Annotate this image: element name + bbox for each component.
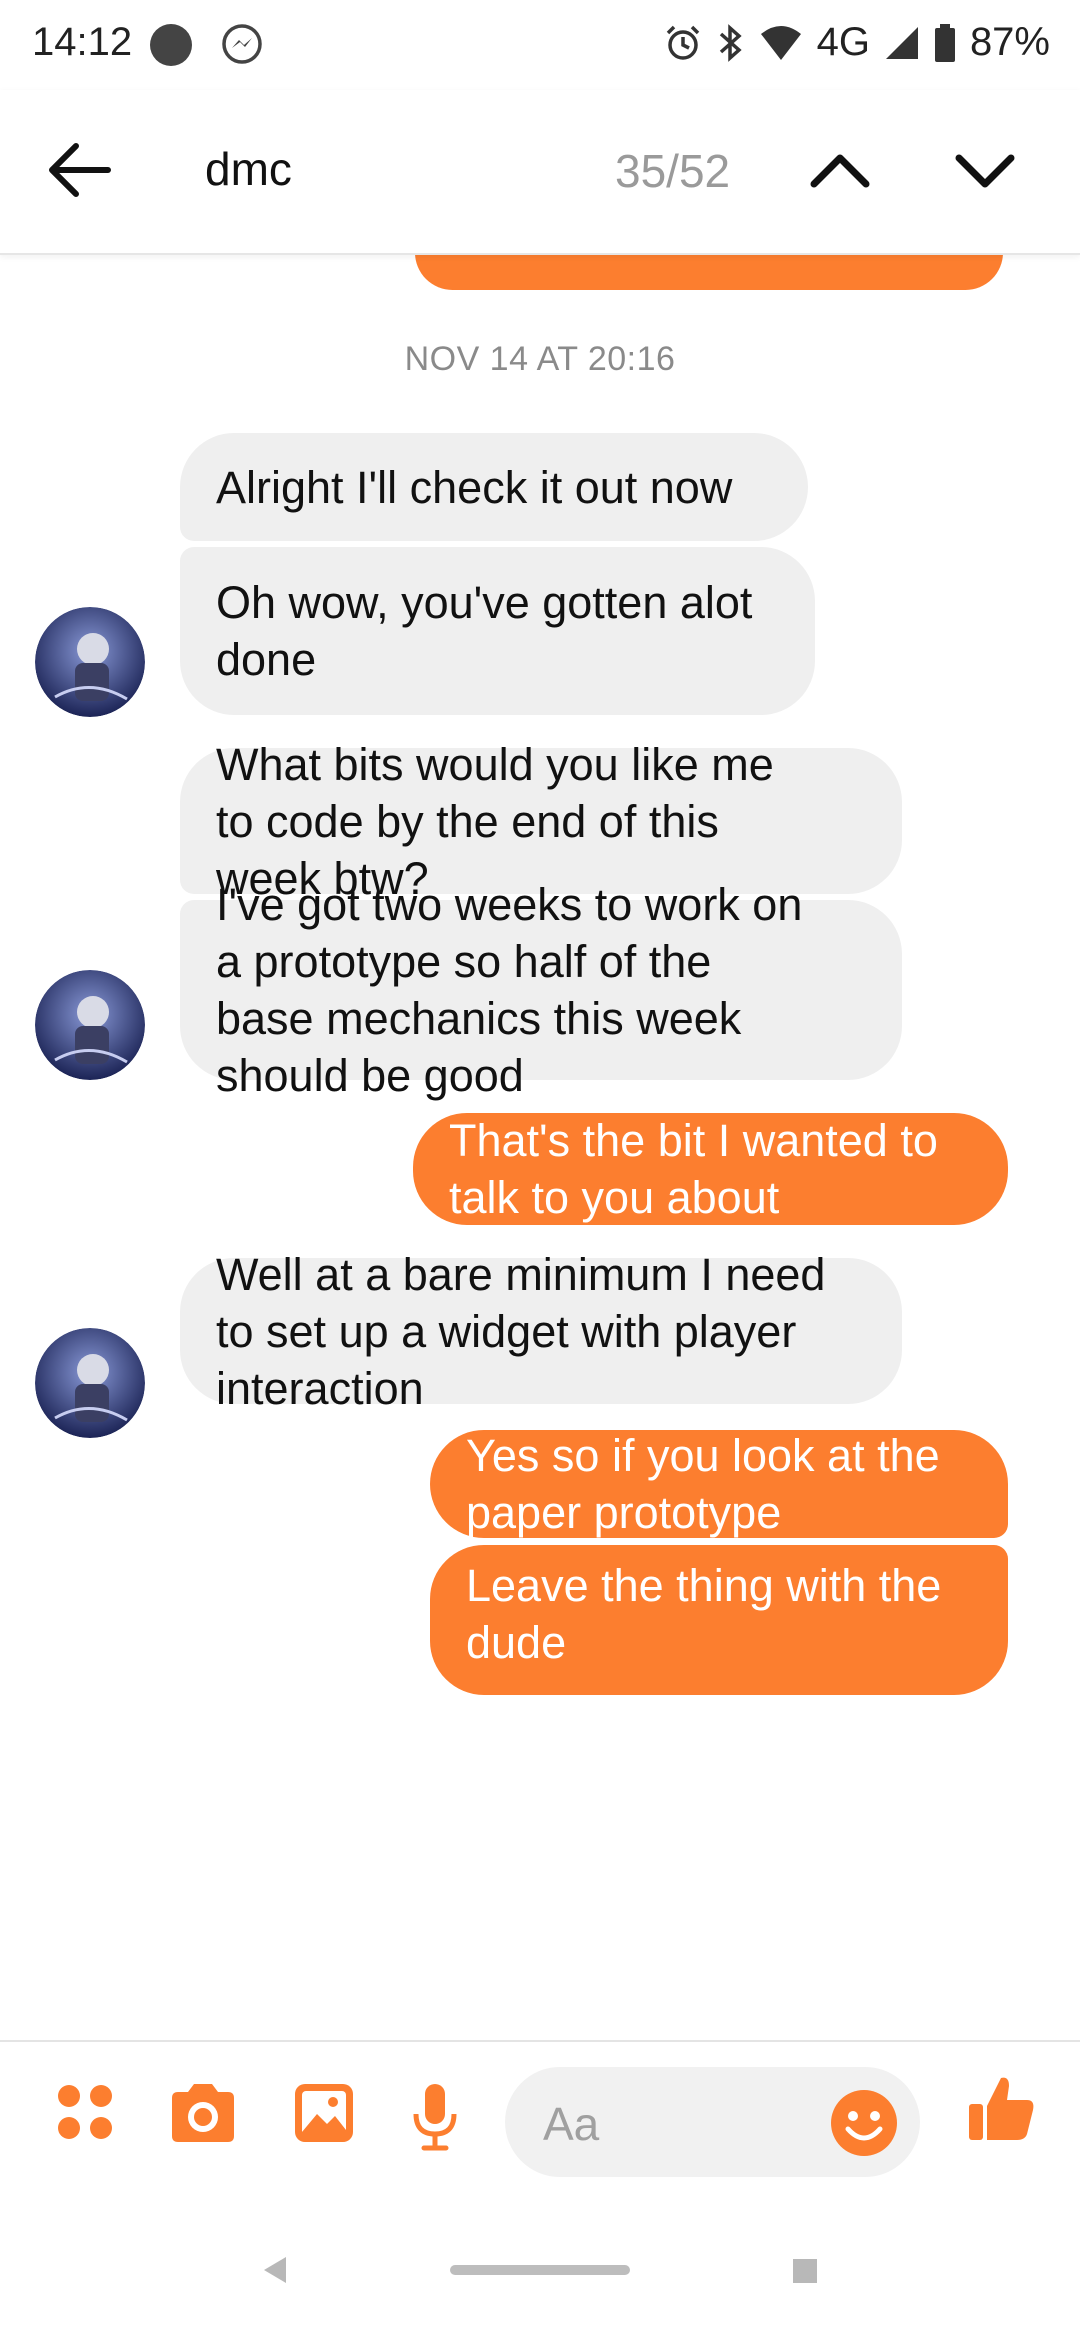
message-line: interaction bbox=[216, 1362, 424, 1414]
message-input[interactable]: Aa bbox=[505, 2067, 920, 2177]
thread-timestamp: NOV 14 AT 20:16 bbox=[404, 340, 676, 378]
microphone-icon[interactable] bbox=[410, 2082, 460, 2152]
back-arrow-icon[interactable] bbox=[40, 130, 120, 210]
battery-icon bbox=[934, 23, 955, 62]
avatar-image bbox=[35, 1328, 145, 1438]
status-bar: 14:12 4G 87% bbox=[0, 0, 1080, 90]
contact-avatar[interactable] bbox=[35, 607, 145, 717]
avatar-image bbox=[35, 970, 145, 1080]
message-bubble-outgoing[interactable]: Leave the thing with the dude bbox=[430, 1545, 1008, 1695]
message-thread[interactable]: NOV 14 AT 20:16 Alright I'll check it ou… bbox=[0, 255, 1080, 2040]
message-composer: Aa bbox=[0, 2040, 1080, 2195]
system-nav-bar bbox=[0, 2195, 1080, 2340]
chevron-up-icon[interactable] bbox=[800, 136, 880, 206]
message-line: should be good bbox=[216, 1050, 524, 1101]
message-bubble-incoming[interactable]: I've got two weeks to work on a prototyp… bbox=[180, 879, 902, 1101]
apps-icon[interactable] bbox=[55, 2082, 115, 2142]
bluetooth-icon bbox=[719, 23, 742, 62]
message-input-placeholder: Aa bbox=[543, 2098, 600, 2150]
message-bubble-outgoing[interactable] bbox=[415, 255, 1003, 290]
message-bubble-incoming[interactable]: Alright I'll check it out now bbox=[180, 433, 808, 541]
status-indicators: 4G 87% bbox=[663, 20, 1050, 65]
battery-percent: 87% bbox=[969, 20, 1050, 64]
message-line: Yes so if you look at the bbox=[466, 1430, 940, 1481]
emoji-icon[interactable] bbox=[830, 2089, 898, 2157]
match-counter: 35/52 bbox=[615, 145, 731, 197]
message-bubble-incoming[interactable]: What bits would you like me to code by t… bbox=[180, 739, 902, 904]
contact-avatar[interactable] bbox=[35, 970, 145, 1080]
message-line: I've got two weeks to work on bbox=[216, 879, 803, 930]
messenger-icon bbox=[222, 24, 262, 64]
message-line: What bits would you like me bbox=[216, 738, 774, 790]
status-time: 14:12 bbox=[32, 20, 133, 64]
gallery-icon[interactable] bbox=[293, 2082, 355, 2144]
message-bubble-incoming[interactable]: Well at a bare minimum I need to set up … bbox=[180, 1249, 902, 1414]
nav-home-pill[interactable] bbox=[450, 2265, 630, 2275]
message-line: dude bbox=[466, 1617, 567, 1668]
search-query[interactable]: dmc bbox=[205, 142, 292, 196]
signal-icon bbox=[885, 26, 918, 59]
network-type: 4G bbox=[816, 20, 870, 64]
nav-back-icon[interactable] bbox=[262, 2255, 288, 2285]
message-line: to set up a widget with player bbox=[216, 1305, 797, 1357]
notification-dot-icon bbox=[150, 24, 192, 66]
message-line: paper prototype bbox=[466, 1487, 782, 1538]
message-line: base mechanics this week bbox=[216, 993, 742, 1044]
message-line: Well at a bare minimum I need bbox=[216, 1248, 826, 1300]
wifi-icon bbox=[760, 25, 801, 60]
message-line: done bbox=[216, 634, 317, 685]
message-line: to code by the end of this bbox=[216, 795, 719, 847]
message-line: Leave the thing with the bbox=[466, 1560, 942, 1611]
avatar-image bbox=[35, 607, 145, 717]
message-line: a prototype so half of the bbox=[216, 936, 712, 987]
message-bubble-outgoing[interactable]: That's the bit I wanted to talk to you a… bbox=[413, 1113, 1008, 1225]
message-line: That's the bit I wanted to bbox=[449, 1115, 938, 1166]
nav-recents-icon[interactable] bbox=[793, 2259, 817, 2283]
message-line: talk to you about bbox=[449, 1172, 780, 1223]
message-bubble-outgoing[interactable]: Yes so if you look at the paper prototyp… bbox=[430, 1430, 1008, 1538]
chevron-down-icon[interactable] bbox=[945, 136, 1025, 206]
message-bubble-incoming[interactable]: Oh wow, you've gotten alot done bbox=[180, 547, 815, 715]
message-text: Alright I'll check it out now bbox=[216, 461, 733, 513]
search-header: dmc 35/52 bbox=[0, 90, 1080, 255]
thumbs-up-icon[interactable] bbox=[965, 2072, 1037, 2144]
camera-icon[interactable] bbox=[168, 2082, 238, 2144]
contact-avatar[interactable] bbox=[35, 1328, 145, 1438]
alarm-icon bbox=[666, 25, 699, 60]
message-line: Oh wow, you've gotten alot bbox=[216, 577, 753, 628]
